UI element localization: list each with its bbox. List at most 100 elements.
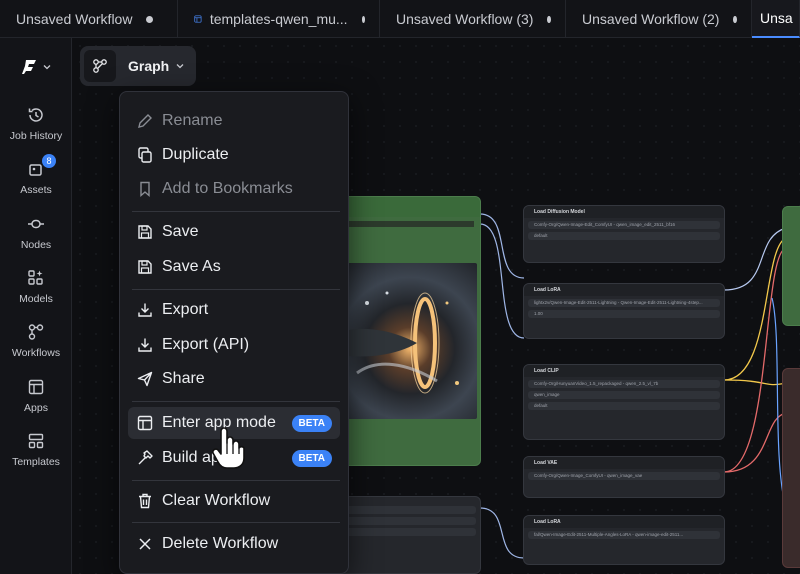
tab-unsaved-workflow[interactable]: Unsaved Workflow — [0, 0, 178, 38]
sidebar: Job History 8 Assets Nodes Models Workfl… — [0, 38, 72, 574]
load-lora-node-2[interactable]: Load LoRA fal/Qwen-Image-Edit-2511-Multi… — [523, 515, 725, 565]
node-field[interactable]: Comfy-Org/Qwen-Image-Edit_ComfyUI - qwen… — [528, 221, 720, 229]
sidebar-item-job-history[interactable]: Job History — [0, 106, 72, 142]
menu-item-delete-workflow[interactable]: Delete Workflow — [128, 528, 340, 560]
node-field[interactable]: lightx2v/Qwen-Image-Edit-2511-Lightning … — [528, 299, 720, 307]
beta-badge: BETA — [291, 450, 332, 467]
save-icon — [138, 225, 152, 239]
graph-icon — [93, 59, 107, 73]
menu-divider — [132, 522, 340, 523]
hammer-icon — [138, 450, 153, 465]
nodes-icon — [28, 219, 44, 229]
send-icon — [137, 371, 153, 387]
node-title: Load LoRA — [524, 284, 724, 296]
menu-item-duplicate[interactable]: Duplicate — [128, 139, 340, 171]
menu-divider — [132, 401, 340, 402]
portal-art-icon — [337, 291, 459, 395]
tab-active[interactable]: Unsa — [752, 0, 800, 38]
menu-item-label: Save — [162, 223, 199, 240]
sidebar-item-apps[interactable]: Apps — [0, 378, 72, 414]
sidebar-item-nodes[interactable]: Nodes — [0, 215, 72, 251]
node-field[interactable]: default — [528, 402, 720, 410]
graph-label: Graph — [128, 58, 170, 74]
tab-label: Unsa — [760, 10, 793, 26]
load-clip-node[interactable]: Load CLIP Comfy-Org/HunyuanVideo_1.5_rep… — [523, 364, 725, 440]
menu-item-label: Duplicate — [162, 146, 229, 163]
apps-icon — [28, 379, 44, 395]
graph-icon-box — [84, 50, 116, 82]
workflow-icon — [194, 15, 202, 23]
chevron-down-icon — [176, 64, 184, 69]
hand-cursor-icon — [212, 427, 245, 469]
node-field[interactable]: Comfy-Org/Qwen-Image_ComfyUI - qwen_imag… — [528, 472, 720, 480]
menu-item-export-api[interactable]: Export (API) — [128, 329, 340, 361]
unsaved-dot-icon — [146, 15, 154, 23]
templates-icon — [28, 433, 44, 449]
tab-bar: Unsaved Workflow templates-qwen_mu... Un… — [0, 0, 800, 38]
save-as-icon — [138, 260, 152, 274]
graph-menu-button[interactable]: Graph — [80, 46, 196, 86]
download-api-icon — [138, 338, 152, 352]
menu-item-label: Clear Workflow — [162, 492, 271, 509]
sidebar-item-templates[interactable]: Templates — [0, 432, 72, 468]
menu-item-save[interactable]: Save — [128, 216, 340, 248]
menu-item-label: Share — [162, 370, 205, 387]
models-icon — [28, 270, 43, 285]
node-field[interactable]: qwen_image — [528, 391, 720, 399]
sidebar-item-models[interactable]: Models — [0, 269, 72, 305]
sidebar-item-workflows[interactable]: Workflows — [0, 323, 72, 359]
node-field[interactable]: Comfy-Org/HunyuanVideo_1.5_repackaged - … — [528, 380, 720, 388]
sidebar-item-label: Models — [19, 293, 53, 305]
comfy-logo[interactable] — [22, 58, 52, 76]
node-field[interactable]: default — [528, 232, 720, 240]
unsaved-dot-icon — [733, 15, 737, 23]
sidebar-item-label: Job History — [9, 130, 63, 142]
menu-item-share[interactable]: Share — [128, 363, 340, 395]
load-vae-node[interactable]: Load VAE Comfy-Org/Qwen-Image_ComfyUI - … — [523, 456, 725, 498]
menu-item-add-bookmark[interactable]: Add to Bookmarks — [128, 173, 340, 205]
node-field[interactable]: fal/Qwen-Image-Edit-2511-Multiple-Angles… — [528, 531, 720, 539]
menu-item-clear-workflow[interactable]: Clear Workflow — [128, 485, 340, 517]
chevron-down-icon — [43, 65, 51, 70]
tab-label: Unsaved Workflow — [16, 11, 133, 27]
trash-icon — [139, 493, 151, 509]
tab-label: Unsaved Workflow (3) — [396, 11, 534, 27]
node-title: Load VAE — [524, 457, 724, 469]
menu-item-export[interactable]: Export — [128, 294, 340, 326]
beta-badge: BETA — [291, 415, 332, 432]
menu-item-rename[interactable]: Rename — [128, 105, 340, 137]
partial-node-right-2[interactable] — [782, 368, 800, 568]
menu-item-save-as[interactable]: Save As — [128, 251, 340, 283]
x-icon — [139, 538, 151, 550]
sidebar-item-label: Templates — [12, 456, 60, 468]
load-diffusion-model-node[interactable]: Load Diffusion Model Comfy-Org/Qwen-Imag… — [523, 205, 725, 263]
tab-templates-qwen[interactable]: templates-qwen_mu... — [178, 0, 380, 38]
menu-divider — [132, 211, 340, 212]
menu-item-label: Export — [162, 301, 209, 318]
node-title: Load CLIP — [524, 365, 724, 377]
menu-item-label: Delete Workflow — [162, 535, 279, 552]
partial-node-right[interactable] — [782, 206, 800, 326]
sidebar-item-label: Workflows — [11, 347, 61, 359]
menu-divider — [132, 480, 340, 481]
generated-image — [327, 263, 477, 419]
sidebar-item-assets[interactable]: 8 Assets — [0, 154, 72, 196]
tab-unsaved-workflow-2[interactable]: Unsaved Workflow (2) — [566, 0, 752, 38]
copy-icon — [138, 147, 152, 163]
node-title: Load Diffusion Model — [524, 206, 724, 218]
unsaved-dot-icon — [361, 15, 365, 23]
sidebar-item-label: Assets — [20, 184, 52, 196]
tab-label: Unsaved Workflow (2) — [582, 11, 720, 27]
unsaved-dot-icon — [547, 15, 551, 23]
menu-item-label: Export (API) — [162, 336, 250, 353]
load-lora-node[interactable]: Load LoRA lightx2v/Qwen-Image-Edit-2511-… — [523, 283, 725, 339]
tab-unsaved-workflow-3[interactable]: Unsaved Workflow (3) — [380, 0, 566, 38]
node-field[interactable]: 1.00 — [528, 310, 720, 318]
tab-label: templates-qwen_mu... — [209, 11, 348, 27]
graph-dropdown-menu: Rename Duplicate Add to Bookmarks Save S… — [119, 91, 349, 574]
bookmark-icon — [140, 181, 150, 198]
menu-divider — [132, 289, 340, 290]
sidebar-item-label: Nodes — [20, 239, 52, 251]
workflows-icon — [28, 324, 44, 340]
pencil-icon — [138, 114, 152, 128]
